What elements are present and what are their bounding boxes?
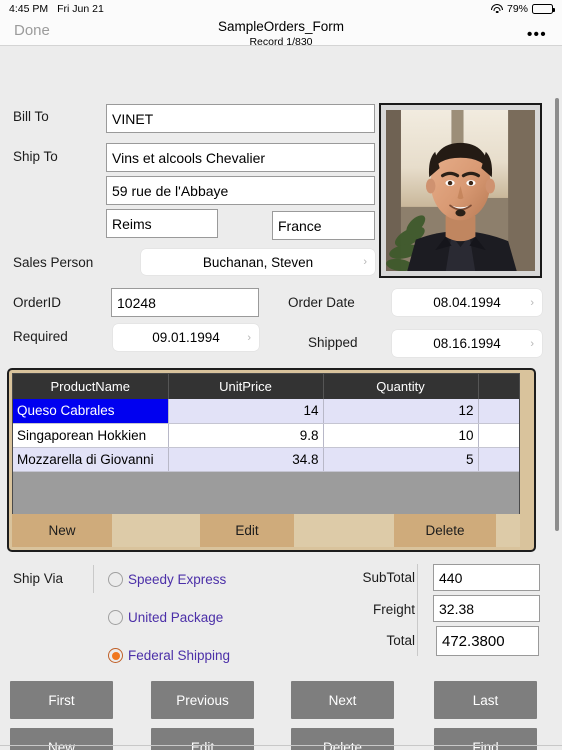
- status-bar: 4:45 PM Fri Jun 21 79%: [0, 0, 562, 18]
- portal-gap-3: [496, 514, 520, 547]
- cell-quantity[interactable]: 12: [323, 399, 479, 424]
- order-date-value: 08.04.1994: [433, 295, 501, 310]
- table-row[interactable]: Mozzarella di Giovanni 34.8 5: [13, 447, 519, 472]
- status-bar-left: 4:45 PM Fri Jun 21: [9, 3, 104, 15]
- portal-new-button[interactable]: New: [12, 514, 112, 547]
- total-field[interactable]: 472.3800: [436, 626, 539, 656]
- radio-icon-selected[interactable]: [108, 648, 123, 663]
- new-record-button[interactable]: New: [10, 728, 113, 750]
- column-header-productname[interactable]: ProductName: [13, 374, 169, 399]
- first-record-button[interactable]: First: [10, 681, 113, 719]
- battery-icon: [532, 4, 555, 14]
- sales-person-picker[interactable]: Buchanan, Steven ›: [141, 249, 375, 275]
- employee-photo: [386, 110, 535, 271]
- radio-united-package[interactable]: United Package: [108, 610, 223, 625]
- shipped-label: Shipped: [308, 335, 358, 350]
- more-options-icon[interactable]: •••: [527, 27, 547, 42]
- edit-record-button[interactable]: Edit: [151, 728, 254, 750]
- required-date-value: 09.01.1994: [152, 330, 220, 345]
- chevron-right-icon: ›: [247, 331, 251, 344]
- ship-to-label: Ship To: [13, 149, 58, 164]
- order-id-label: OrderID: [13, 295, 62, 310]
- subtotal-field[interactable]: 440: [433, 564, 540, 591]
- line-items-portal: ProductName UnitPrice Quantity D Queso C…: [7, 368, 536, 552]
- find-record-button[interactable]: Find: [434, 728, 537, 750]
- bill-to-field[interactable]: VINET: [106, 104, 375, 133]
- radio-speedy-express[interactable]: Speedy Express: [108, 572, 226, 587]
- table-row[interactable]: Queso Cabrales 14 12: [13, 399, 519, 424]
- city-field[interactable]: Reims: [106, 209, 218, 238]
- previous-record-button[interactable]: Previous: [151, 681, 254, 719]
- cell-quantity[interactable]: 5: [323, 447, 479, 472]
- wifi-icon: [490, 4, 503, 14]
- portal-button-bar: New Edit Delete: [12, 514, 520, 547]
- bill-to-label: Bill To: [13, 109, 49, 124]
- chevron-right-icon: ›: [530, 337, 534, 350]
- shipped-date-value: 08.16.1994: [433, 336, 501, 351]
- address-field[interactable]: 59 rue de l'Abbaye: [106, 176, 375, 205]
- battery-percent-label: 79%: [506, 3, 528, 15]
- delete-record-button[interactable]: Delete: [291, 728, 394, 750]
- navigation-bar: Done SampleOrders_Form Record 1/830 •••: [0, 18, 562, 48]
- freight-label: Freight: [372, 602, 415, 617]
- chevron-right-icon: ›: [363, 256, 367, 268]
- sales-person-value: Buchanan, Steven: [202, 254, 314, 270]
- status-date: Fri Jun 21: [57, 3, 104, 15]
- total-label: Total: [386, 633, 415, 648]
- status-time: 4:45 PM: [9, 3, 49, 15]
- subtotal-label: SubTotal: [362, 570, 415, 585]
- ship-via-label: Ship Via: [13, 571, 64, 586]
- radio-label: Speedy Express: [128, 572, 227, 587]
- order-date-picker[interactable]: 08.04.1994 ›: [392, 289, 542, 316]
- ship-to-field[interactable]: Vins et alcools Chevalier: [106, 143, 375, 172]
- portal-gap-2: [294, 514, 394, 547]
- page-title: SampleOrders_Form: [217, 19, 345, 34]
- chevron-right-icon: ›: [530, 296, 534, 309]
- cell-productname[interactable]: Queso Cabrales: [13, 399, 169, 424]
- column-header-quantity[interactable]: Quantity: [323, 374, 479, 399]
- radio-icon[interactable]: [108, 572, 123, 587]
- cell-unitprice[interactable]: 14: [168, 399, 324, 424]
- employee-photo-frame: [379, 103, 542, 278]
- cell-unitprice[interactable]: 34.8: [168, 447, 324, 472]
- required-label: Required: [13, 329, 68, 344]
- cell-unitprice[interactable]: 9.8: [168, 423, 324, 448]
- radio-icon[interactable]: [108, 610, 123, 625]
- country-field[interactable]: France: [272, 211, 375, 240]
- next-record-button[interactable]: Next: [291, 681, 394, 719]
- portal-delete-button[interactable]: Delete: [394, 514, 496, 547]
- vertical-scrollbar[interactable]: [555, 98, 559, 531]
- freight-field[interactable]: 32.38: [433, 595, 540, 622]
- status-bar-right: 79%: [490, 3, 555, 15]
- radio-label: Federal Shipping: [128, 648, 231, 663]
- navigation-title-block: SampleOrders_Form Record 1/830: [0, 19, 562, 48]
- column-header-unitprice[interactable]: UnitPrice: [168, 374, 324, 399]
- cell-discount[interactable]: [478, 399, 519, 424]
- sales-person-label: Sales Person: [13, 255, 94, 270]
- employee-photo-graphic: [386, 110, 535, 271]
- radio-federal-shipping[interactable]: Federal Shipping: [108, 648, 230, 663]
- ship-via-divider: [93, 565, 94, 593]
- last-record-button[interactable]: Last: [434, 681, 537, 719]
- table-row[interactable]: Singaporean Hokkien 9.8 10: [13, 423, 519, 448]
- column-header-discount[interactable]: D: [478, 374, 519, 399]
- totals-divider: [417, 564, 418, 656]
- cell-quantity[interactable]: 10: [323, 423, 479, 448]
- table-header-row: ProductName UnitPrice Quantity D: [13, 374, 519, 399]
- radio-label: United Package: [128, 610, 224, 625]
- bottom-divider: [0, 745, 562, 746]
- order-id-field[interactable]: 10248: [111, 288, 259, 317]
- line-items-table: ProductName UnitPrice Quantity D Queso C…: [13, 374, 519, 472]
- cell-productname[interactable]: Singaporean Hokkien: [13, 423, 169, 448]
- required-date-picker[interactable]: 09.01.1994 ›: [113, 324, 259, 351]
- portal-gap-1: [112, 514, 200, 547]
- line-items-table-wrapper[interactable]: ProductName UnitPrice Quantity D Queso C…: [12, 373, 520, 515]
- portal-edit-button[interactable]: Edit: [200, 514, 294, 547]
- shipped-date-picker[interactable]: 08.16.1994 ›: [392, 330, 542, 357]
- cell-discount[interactable]: [478, 447, 519, 472]
- cell-productname[interactable]: Mozzarella di Giovanni: [13, 447, 169, 472]
- cell-discount[interactable]: [478, 423, 519, 448]
- form-content: Bill To VINET Ship To Vins et alcools Ch…: [0, 46, 562, 750]
- order-date-label: Order Date: [288, 295, 355, 310]
